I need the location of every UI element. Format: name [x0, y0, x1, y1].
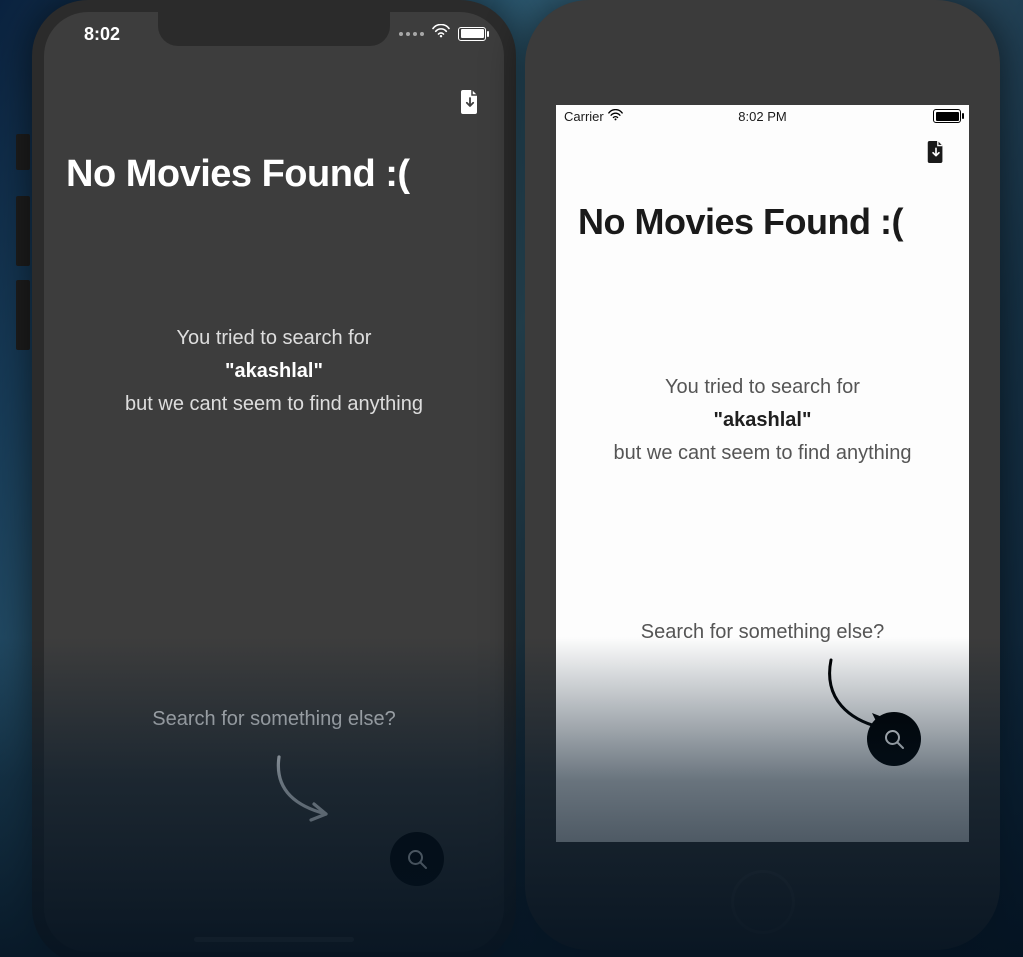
status-right-icons — [933, 109, 961, 123]
search-button[interactable] — [867, 712, 921, 766]
page-title: No Movies Found :( — [66, 153, 482, 196]
carrier-label: Carrier — [564, 109, 604, 124]
screen: 8:02 No Movies Found :( You tried to sea… — [44, 12, 504, 952]
search-again-prompt: Search for something else? — [44, 708, 504, 731]
screen: Carrier 8:02 PM No Movies Found :( You t… — [556, 105, 969, 842]
search-icon — [405, 847, 429, 871]
status-time: 8:02 — [84, 24, 120, 45]
searched-query: "akashlal" — [556, 404, 969, 437]
status-left: Carrier — [564, 109, 623, 124]
download-file-icon[interactable] — [925, 139, 947, 170]
download-file-icon[interactable] — [458, 88, 482, 121]
nav-actions — [458, 88, 482, 121]
searched-query: "akashlal" — [44, 355, 504, 388]
search-button[interactable] — [390, 832, 444, 886]
status-time: 8:02 PM — [738, 109, 786, 124]
device-iphone-x-dark: 8:02 No Movies Found :( You tried to sea… — [32, 0, 516, 957]
device-iphone-classic-light: Carrier 8:02 PM No Movies Found :( You t… — [525, 0, 1000, 950]
wifi-icon — [432, 24, 450, 43]
search-again-prompt: Search for something else? — [556, 621, 969, 644]
search-icon — [882, 727, 906, 751]
empty-state-message: You tried to search for "akashlal" but w… — [44, 322, 504, 421]
hw-volume-up — [16, 196, 30, 266]
hw-volume-down — [16, 280, 30, 350]
status-right-icons — [399, 24, 486, 43]
wifi-icon — [608, 109, 623, 124]
status-bar: Carrier 8:02 PM — [556, 105, 969, 129]
msg-line-2: but we cant seem to find anything — [556, 437, 969, 470]
nav-actions — [925, 139, 947, 170]
cell-dots-icon — [399, 32, 424, 36]
notch — [158, 12, 390, 46]
hw-mute-switch — [16, 134, 30, 170]
msg-line-2: but we cant seem to find anything — [44, 388, 504, 421]
msg-line-1: You tried to search for — [44, 322, 504, 355]
home-button[interactable] — [731, 870, 795, 934]
home-indicator[interactable] — [194, 937, 354, 942]
battery-icon — [458, 27, 486, 41]
empty-state-message: You tried to search for "akashlal" but w… — [556, 371, 969, 470]
msg-line-1: You tried to search for — [556, 371, 969, 404]
battery-icon — [933, 109, 961, 123]
page-title: No Movies Found :( — [578, 201, 947, 243]
curved-arrow-icon — [254, 752, 344, 837]
